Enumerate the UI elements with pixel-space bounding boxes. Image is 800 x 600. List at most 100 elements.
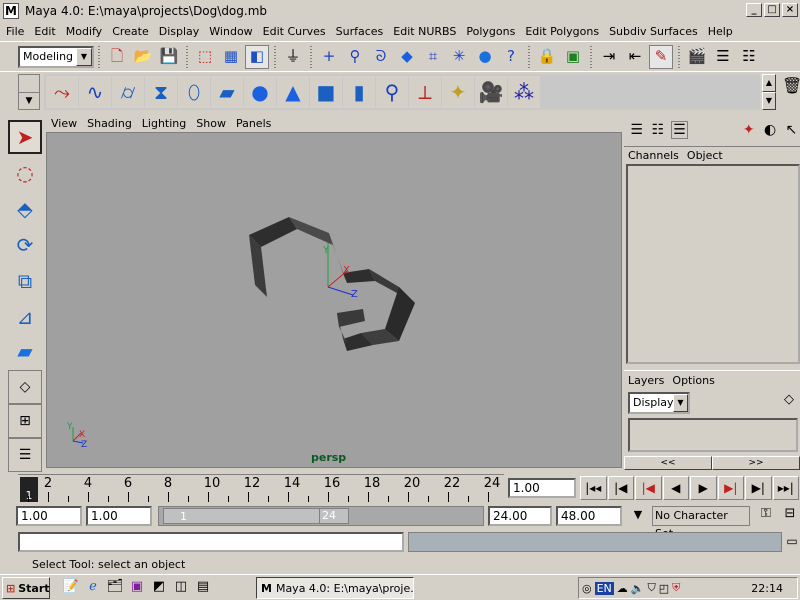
surface-mask-icon[interactable]: ◆ [395, 45, 419, 69]
menu-edit-curves[interactable]: Edit Curves [258, 25, 331, 38]
outliner-layout-icon[interactable]: ☰ [8, 438, 42, 472]
scroll-left-button[interactable]: << [624, 456, 712, 470]
play-backward-icon[interactable]: ◀ [662, 476, 689, 500]
channel-layer-icon[interactable]: ☰ [670, 121, 689, 139]
handle-mask-icon[interactable]: + [317, 45, 341, 69]
render-view-icon[interactable]: 🎬 [685, 45, 709, 69]
chevron-down-icon[interactable]: ▼ [762, 92, 776, 110]
open-scene-icon[interactable]: 📂 [131, 45, 155, 69]
chevron-down-icon[interactable]: ▼ [673, 394, 688, 412]
current-time-field[interactable]: 1.00 [508, 478, 576, 498]
layer-editor-icon[interactable]: ☷ [649, 122, 666, 138]
time-cursor[interactable]: 1 [20, 477, 38, 502]
arrow-tool-icon[interactable]: ↖ [783, 122, 800, 138]
step-back-frame-icon[interactable]: |◀ [635, 476, 662, 500]
play-forward-icon[interactable]: ▶ [690, 476, 717, 500]
planar-icon[interactable]: ▰ [211, 76, 243, 108]
animation-prefs-icon[interactable]: ⊟ [780, 506, 800, 526]
menu-file[interactable]: File [0, 25, 29, 38]
tray-misc-icon[interactable]: ◰ [659, 582, 669, 595]
spot-light-icon[interactable]: ✦ [442, 76, 474, 108]
scroll-right-button[interactable]: >> [712, 456, 800, 470]
shelf-scroll[interactable]: ▲ ▼ [762, 74, 776, 110]
show-desktop-icon[interactable]: ◫ [172, 579, 190, 597]
save-scene-icon[interactable]: 💾 [157, 45, 181, 69]
panel-menu-shading[interactable]: Shading [82, 117, 137, 130]
misc-mask-icon[interactable]: ? [499, 45, 523, 69]
options-menu[interactable]: Options [668, 374, 718, 387]
minimize-button[interactable]: _ [746, 3, 762, 17]
layer-list[interactable] [628, 418, 798, 452]
channel-box[interactable] [626, 164, 800, 364]
shading-ball-icon[interactable]: ◐ [761, 122, 778, 138]
shelf-tab-blank[interactable] [19, 75, 39, 93]
selection-mask-icon[interactable]: ⏚ [281, 45, 305, 69]
joint-tool-icon[interactable]: ⚲ [376, 76, 408, 108]
menu-modify[interactable]: Modify [61, 25, 107, 38]
menu-edit[interactable]: Edit [29, 25, 60, 38]
manipulator-tool-icon[interactable]: ⊿ [8, 300, 42, 334]
menu-window[interactable]: Window [204, 25, 257, 38]
script-editor-icon[interactable]: ▭ [784, 534, 800, 550]
perspective-viewport[interactable]: Y X Z Y X Z persp [46, 132, 622, 468]
end-time-field[interactable]: 48.00 [556, 506, 622, 526]
dynamics-mask-icon[interactable]: ✳ [447, 45, 471, 69]
chevron-down-icon[interactable]: ▼ [19, 93, 39, 109]
rotate-tool-icon[interactable]: ⟳ [8, 228, 42, 262]
shield-icon[interactable]: ⛨ [672, 581, 680, 595]
folder-icon[interactable]: 🗂 [106, 579, 124, 597]
chevron-down-icon[interactable]: ▼ [626, 504, 650, 526]
character-set-menu[interactable]: No Character Set [652, 506, 750, 540]
menu-help[interactable]: Help [703, 25, 738, 38]
playback-start-field[interactable]: 1.00 [86, 506, 152, 526]
app-icon[interactable]: ◩ [150, 579, 168, 597]
start-button[interactable]: ⊞ Start [2, 577, 50, 599]
rendering-mask-icon[interactable]: ● [473, 45, 497, 69]
output-ops-icon[interactable]: ⇤ [623, 45, 647, 69]
range-end-handle[interactable]: 24 [319, 508, 349, 524]
deformer-mask-icon[interactable]: ⌗ [421, 45, 445, 69]
menu-edit-polygons[interactable]: Edit Polygons [520, 25, 604, 38]
panel-menu-show[interactable]: Show [191, 117, 231, 130]
taskbar-item-maya[interactable]: M Maya 4.0: E:\maya\proje... [256, 577, 414, 599]
camera-icon[interactable]: 🎥 [475, 76, 507, 108]
cylinder-icon[interactable]: ▮ [343, 76, 375, 108]
construction-history-icon[interactable]: ✎ [649, 44, 673, 69]
internet-explorer-icon[interactable]: ℯ [84, 579, 102, 597]
notepad-icon[interactable]: 📝 [62, 579, 80, 597]
time-slider[interactable]: 1 2 4 6 8 10 12 14 16 18 20 22 24 [18, 474, 504, 502]
chevron-up-icon[interactable]: ▲ [762, 74, 776, 92]
loft-icon[interactable]: ⧗ [145, 76, 177, 108]
menu-edit-nurbs[interactable]: Edit NURBS [388, 25, 461, 38]
menu-surfaces[interactable]: Surfaces [331, 25, 389, 38]
select-by-hierarchy-icon[interactable]: ⬚ [193, 45, 217, 69]
step-forward-frame-icon[interactable]: ▶| [717, 476, 744, 500]
range-handle[interactable]: 1 [163, 508, 329, 524]
volume-icon[interactable]: 🔈 [631, 582, 645, 595]
joint-mask-icon[interactable]: ⚲ [343, 45, 367, 69]
shelf-tab-selector[interactable]: ▼ [18, 74, 40, 110]
command-line-input[interactable] [18, 532, 404, 552]
ipr-render-icon[interactable]: ☰ [711, 45, 735, 69]
channels-menu[interactable]: Channels [624, 149, 683, 162]
new-scene-icon[interactable]: 🗋 [105, 45, 129, 69]
select-tool-icon[interactable]: ➤ [8, 120, 42, 154]
panel-menu-lighting[interactable]: Lighting [137, 117, 191, 130]
close-button[interactable]: × [782, 3, 798, 17]
antivirus-icon[interactable]: ⛉ [648, 581, 656, 595]
particle-tool-icon[interactable]: ⁂ [508, 76, 540, 108]
menu-display[interactable]: Display [154, 25, 205, 38]
language-indicator[interactable]: EN [594, 581, 614, 595]
ep-curve-tool-icon[interactable]: ∿ [79, 76, 111, 108]
menu-create[interactable]: Create [107, 25, 154, 38]
highlight-selection-icon[interactable]: ▣ [561, 45, 585, 69]
select-by-object-icon[interactable]: ▦ [219, 45, 243, 69]
ik-handle-icon[interactable]: ⟂ [409, 76, 441, 108]
maya-app-icon[interactable]: M [3, 3, 19, 19]
last-tool-icon[interactable]: ▰ [8, 334, 42, 368]
cube-icon[interactable]: ■ [310, 76, 342, 108]
render-globals-icon[interactable]: ☷ [737, 45, 761, 69]
four-pane-layout-icon[interactable]: ⊞ [8, 404, 42, 438]
extrude-icon[interactable]: ⬯ [178, 76, 210, 108]
single-pane-layout-icon[interactable]: ◇ [8, 370, 42, 404]
